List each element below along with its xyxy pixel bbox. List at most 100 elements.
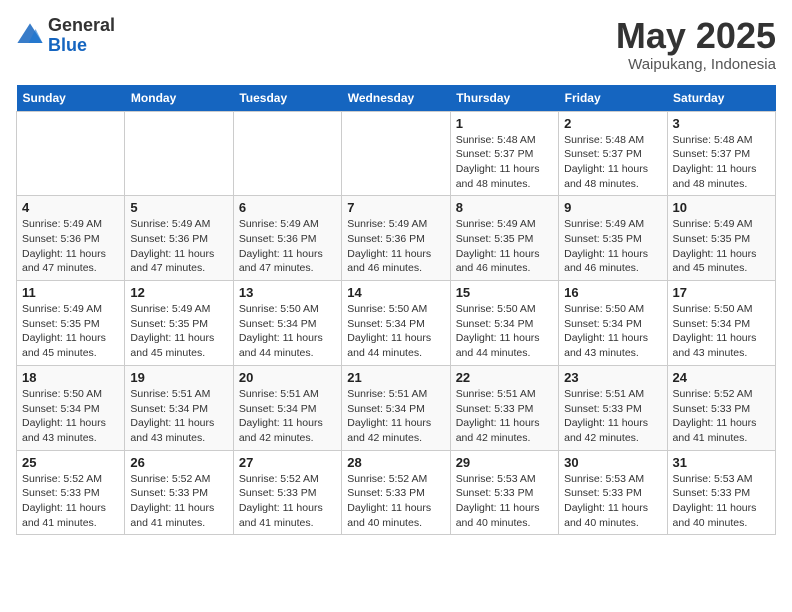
day-info: Sunrise: 5:50 AM Sunset: 5:34 PM Dayligh…	[673, 302, 770, 361]
calendar-cell: 5 Sunrise: 5:49 AM Sunset: 5:36 PM Daylig…	[125, 196, 233, 281]
calendar-cell: 7 Sunrise: 5:49 AM Sunset: 5:36 PM Daylig…	[342, 196, 450, 281]
day-number: 21	[347, 370, 444, 385]
logo-icon	[16, 22, 44, 50]
day-number: 11	[22, 285, 119, 300]
day-info: Sunrise: 5:48 AM Sunset: 5:37 PM Dayligh…	[673, 133, 770, 192]
calendar-cell: 15Sunrise: 5:50 AM Sunset: 5:34 PM Dayli…	[450, 281, 558, 366]
header: General Blue May 2025 Waipukang, Indones…	[16, 16, 776, 73]
day-number: 20	[239, 370, 336, 385]
header-monday: Monday	[125, 85, 233, 112]
day-info: Sunrise: 5:53 AM Sunset: 5:33 PM Dayligh…	[673, 472, 770, 531]
calendar-cell: 21 Sunrise: 5:51 AM Sunset: 5:34 PM Dayli…	[342, 365, 450, 450]
calendar-cell: 24 Sunrise: 5:52 AM Sunset: 5:33 PM Dayli…	[667, 365, 775, 450]
day-info: Sunrise: 5:53 AM Sunset: 5:33 PM Dayligh…	[564, 472, 661, 531]
calendar-cell: 27 Sunrise: 5:52 AM Sunset: 5:33 PM Dayli…	[233, 450, 341, 535]
day-info: Sunrise: 5:52 AM Sunset: 5:33 PM Dayligh…	[347, 472, 444, 531]
week-row-5: 25 Sunrise: 5:52 AM Sunset: 5:33 PM Dayli…	[17, 450, 776, 535]
day-number: 30	[564, 455, 661, 470]
calendar-cell: 22 Sunrise: 5:51 AM Sunset: 5:33 PM Dayli…	[450, 365, 558, 450]
calendar-cell: 29 Sunrise: 5:53 AM Sunset: 5:33 PM Dayli…	[450, 450, 558, 535]
day-info: Sunrise: 5:49 AM Sunset: 5:36 PM Dayligh…	[22, 217, 119, 276]
title-area: May 2025 Waipukang, Indonesia	[616, 16, 776, 73]
calendar-cell	[233, 111, 341, 196]
calendar-cell: 8 Sunrise: 5:49 AM Sunset: 5:35 PM Daylig…	[450, 196, 558, 281]
day-number: 17	[673, 285, 770, 300]
calendar-cell: 16 Sunrise: 5:50 AM Sunset: 5:34 PM Dayli…	[559, 281, 667, 366]
day-number: 8	[456, 200, 553, 215]
calendar-cell: 11 Sunrise: 5:49 AM Sunset: 5:35 PM Dayli…	[17, 281, 125, 366]
calendar-cell	[17, 111, 125, 196]
month-title: May 2025	[616, 16, 776, 56]
header-thursday: Thursday	[450, 85, 558, 112]
week-row-1: 1 Sunrise: 5:48 AM Sunset: 5:37 PM Daylig…	[17, 111, 776, 196]
day-info: Sunrise: 5:48 AM Sunset: 5:37 PM Dayligh…	[564, 133, 661, 192]
day-info: Sunrise: 5:52 AM Sunset: 5:33 PM Dayligh…	[673, 387, 770, 446]
day-info: Sunrise: 5:49 AM Sunset: 5:36 PM Dayligh…	[239, 217, 336, 276]
calendar-cell: 1 Sunrise: 5:48 AM Sunset: 5:37 PM Daylig…	[450, 111, 558, 196]
day-number: 5	[130, 200, 227, 215]
day-number: 9	[564, 200, 661, 215]
day-info: Sunrise: 5:51 AM Sunset: 5:34 PM Dayligh…	[130, 387, 227, 446]
day-info: Sunrise: 5:50 AM Sunset: 5:34 PM Dayligh…	[347, 302, 444, 361]
day-info: Sunrise: 5:53 AM Sunset: 5:33 PM Dayligh…	[456, 472, 553, 531]
calendar-cell: 30 Sunrise: 5:53 AM Sunset: 5:33 PM Dayli…	[559, 450, 667, 535]
day-info: Sunrise: 5:51 AM Sunset: 5:33 PM Dayligh…	[456, 387, 553, 446]
calendar-cell: 12 Sunrise: 5:49 AM Sunset: 5:35 PM Dayli…	[125, 281, 233, 366]
day-number: 7	[347, 200, 444, 215]
day-info: Sunrise: 5:52 AM Sunset: 5:33 PM Dayligh…	[22, 472, 119, 531]
day-info: Sunrise: 5:49 AM Sunset: 5:36 PM Dayligh…	[347, 217, 444, 276]
day-number: 22	[456, 370, 553, 385]
week-row-4: 18 Sunrise: 5:50 AM Sunset: 5:34 PM Dayli…	[17, 365, 776, 450]
day-number: 14	[347, 285, 444, 300]
day-info: Sunrise: 5:49 AM Sunset: 5:35 PM Dayligh…	[564, 217, 661, 276]
day-number: 12	[130, 285, 227, 300]
day-info: Sunrise: 5:51 AM Sunset: 5:34 PM Dayligh…	[347, 387, 444, 446]
calendar-cell: 14 Sunrise: 5:50 AM Sunset: 5:34 PM Dayli…	[342, 281, 450, 366]
calendar-cell: 13Sunrise: 5:50 AM Sunset: 5:34 PM Dayli…	[233, 281, 341, 366]
day-number: 27	[239, 455, 336, 470]
day-info: Sunrise: 5:49 AM Sunset: 5:35 PM Dayligh…	[130, 302, 227, 361]
calendar-cell: 3Sunrise: 5:48 AM Sunset: 5:37 PM Daylig…	[667, 111, 775, 196]
calendar-cell: 4 Sunrise: 5:49 AM Sunset: 5:36 PM Daylig…	[17, 196, 125, 281]
day-number: 23	[564, 370, 661, 385]
day-number: 4	[22, 200, 119, 215]
header-saturday: Saturday	[667, 85, 775, 112]
day-info: Sunrise: 5:50 AM Sunset: 5:34 PM Dayligh…	[22, 387, 119, 446]
header-tuesday: Tuesday	[233, 85, 341, 112]
calendar-table: SundayMondayTuesdayWednesdayThursdayFrid…	[16, 85, 776, 536]
day-info: Sunrise: 5:49 AM Sunset: 5:36 PM Dayligh…	[130, 217, 227, 276]
day-number: 25	[22, 455, 119, 470]
calendar-cell: 28 Sunrise: 5:52 AM Sunset: 5:33 PM Dayli…	[342, 450, 450, 535]
calendar-cell: 9 Sunrise: 5:49 AM Sunset: 5:35 PM Daylig…	[559, 196, 667, 281]
week-row-3: 11 Sunrise: 5:49 AM Sunset: 5:35 PM Dayli…	[17, 281, 776, 366]
calendar-cell: 6Sunrise: 5:49 AM Sunset: 5:36 PM Daylig…	[233, 196, 341, 281]
header-wednesday: Wednesday	[342, 85, 450, 112]
day-info: Sunrise: 5:50 AM Sunset: 5:34 PM Dayligh…	[564, 302, 661, 361]
day-info: Sunrise: 5:49 AM Sunset: 5:35 PM Dayligh…	[22, 302, 119, 361]
header-sunday: Sunday	[17, 85, 125, 112]
day-number: 18	[22, 370, 119, 385]
week-row-2: 4 Sunrise: 5:49 AM Sunset: 5:36 PM Daylig…	[17, 196, 776, 281]
day-number: 10	[673, 200, 770, 215]
day-number: 28	[347, 455, 444, 470]
day-info: Sunrise: 5:49 AM Sunset: 5:35 PM Dayligh…	[456, 217, 553, 276]
logo-blue-text: Blue	[48, 35, 87, 55]
calendar-cell: 2Sunrise: 5:48 AM Sunset: 5:37 PM Daylig…	[559, 111, 667, 196]
day-number: 15	[456, 285, 553, 300]
logo-general-text: General	[48, 15, 115, 35]
location: Waipukang, Indonesia	[616, 56, 776, 73]
calendar-cell: 18 Sunrise: 5:50 AM Sunset: 5:34 PM Dayli…	[17, 365, 125, 450]
calendar-cell: 26Sunrise: 5:52 AM Sunset: 5:33 PM Dayli…	[125, 450, 233, 535]
day-info: Sunrise: 5:50 AM Sunset: 5:34 PM Dayligh…	[239, 302, 336, 361]
day-info: Sunrise: 5:51 AM Sunset: 5:34 PM Dayligh…	[239, 387, 336, 446]
day-number: 29	[456, 455, 553, 470]
day-info: Sunrise: 5:52 AM Sunset: 5:33 PM Dayligh…	[239, 472, 336, 531]
header-friday: Friday	[559, 85, 667, 112]
day-number: 16	[564, 285, 661, 300]
calendar-cell: 17 Sunrise: 5:50 AM Sunset: 5:34 PM Dayli…	[667, 281, 775, 366]
day-number: 24	[673, 370, 770, 385]
day-info: Sunrise: 5:48 AM Sunset: 5:37 PM Dayligh…	[456, 133, 553, 192]
day-number: 1	[456, 116, 553, 131]
day-number: 19	[130, 370, 227, 385]
calendar-cell: 23Sunrise: 5:51 AM Sunset: 5:33 PM Dayli…	[559, 365, 667, 450]
